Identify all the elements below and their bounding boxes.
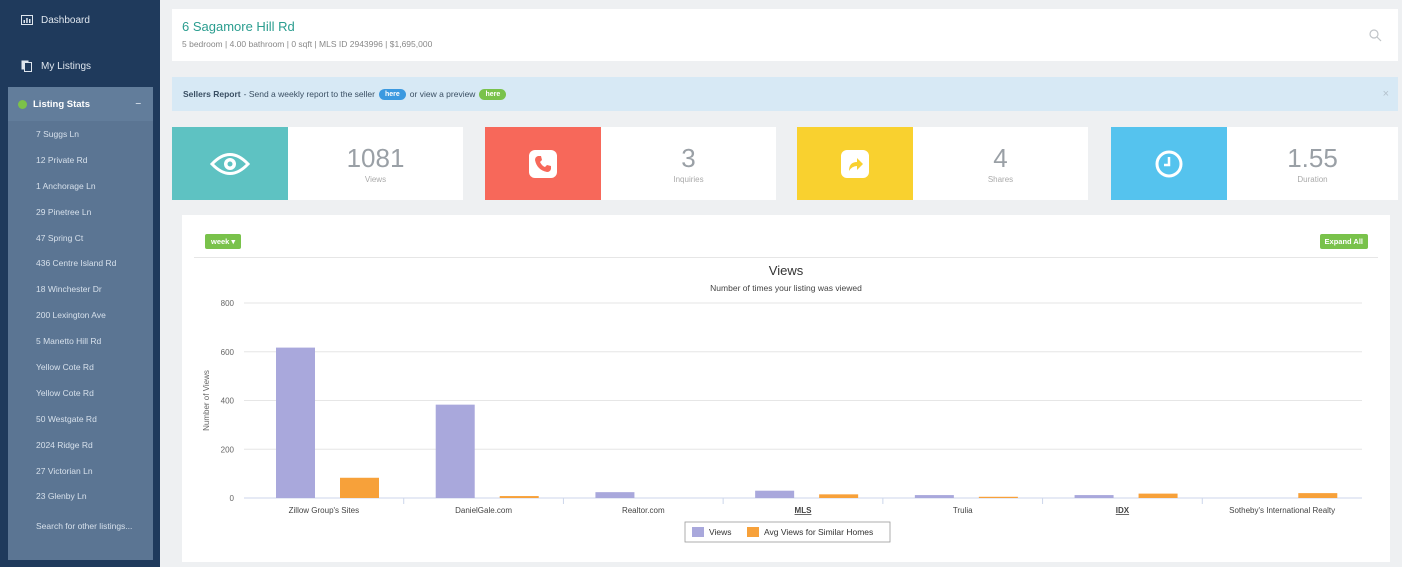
- listing-stats-header[interactable]: Listing Stats –: [8, 87, 153, 121]
- preview-report-link[interactable]: here: [479, 88, 507, 100]
- listing-item[interactable]: 50 Westgate Rd: [8, 406, 153, 432]
- views-value: 1081: [346, 143, 405, 173]
- listing-item[interactable]: 1 Anchorage Ln: [8, 173, 153, 199]
- listing-item[interactable]: 200 Lexington Ave: [8, 302, 153, 328]
- bar-avg-similar: [340, 477, 379, 498]
- stat-card-shares: 4 Shares: [797, 127, 1088, 200]
- banner-title: Sellers Report: [183, 89, 241, 99]
- y-tick-label: 400: [221, 397, 235, 406]
- listing-title[interactable]: 6 Sagamore Hill Rd: [182, 19, 295, 34]
- duration-label: Duration: [1297, 175, 1328, 184]
- legend-label: Avg Views for Similar Homes: [764, 527, 873, 537]
- listing-item[interactable]: 2024 Ridge Rd: [8, 432, 153, 458]
- nav-my-listings[interactable]: My Listings: [0, 46, 160, 86]
- eye-icon: [210, 152, 250, 175]
- listing-details: 5 bedroom | 4.00 bathroom | 0 sqft | MLS…: [182, 39, 433, 49]
- x-tick-label: DanielGale.com: [455, 506, 512, 515]
- y-tick-label: 600: [221, 348, 235, 357]
- chart-subtitle: Number of times your listing was viewed: [710, 283, 862, 293]
- listing-stats-panel: Listing Stats – 7 Suggs Ln 12 Private Rd 1…: [8, 87, 153, 560]
- y-tick-label: 0: [230, 494, 235, 503]
- expand-all-button[interactable]: Expand All: [1319, 234, 1368, 249]
- sidebar: Dashboard My Listings Listing Stats – 7 …: [0, 0, 160, 567]
- duration-icon-box: [1111, 127, 1227, 200]
- bar-avg-similar: [1298, 493, 1338, 498]
- bar-views: [1074, 495, 1114, 498]
- week-dropdown[interactable]: week ▾: [205, 234, 242, 249]
- bar-views: [435, 404, 475, 498]
- x-tick-label: Trulia: [953, 506, 973, 515]
- x-tick-label: Realtor.com: [622, 506, 665, 515]
- chart-divider: [194, 257, 1378, 258]
- bar-views: [755, 490, 795, 498]
- y-tick-label: 800: [221, 299, 235, 308]
- send-report-link[interactable]: here: [378, 88, 406, 100]
- stat-card-views: 1081 Views: [172, 127, 463, 200]
- x-tick-label: MLS: [795, 506, 813, 515]
- inquiries-label: Inquiries: [673, 175, 704, 184]
- shares-label: Shares: [987, 175, 1014, 184]
- views-label: Views: [364, 175, 387, 184]
- listing-item[interactable]: 47 Spring Ct: [8, 225, 153, 251]
- y-tick-label: 200: [221, 445, 235, 454]
- listing-stats-label: Listing Stats: [33, 98, 91, 110]
- x-tick-label: Zillow Group's Sites: [289, 506, 359, 515]
- search-icon[interactable]: [1369, 29, 1382, 47]
- legend-swatch: [692, 527, 704, 537]
- listing-item[interactable]: 7 Suggs Ln: [8, 121, 153, 147]
- y-axis-label: Number of Views: [202, 370, 211, 431]
- chart-title: Views: [769, 263, 804, 278]
- stat-card-duration: 1.55 Duration: [1111, 127, 1398, 200]
- listing-item[interactable]: Yellow Cote Rd: [8, 380, 153, 406]
- listing-item[interactable]: 436 Centre Island Rd: [8, 250, 153, 276]
- listing-list: 7 Suggs Ln 12 Private Rd 1 Anchorage Ln 29 …: [8, 121, 153, 509]
- chart-panel: Views Number of times your listing was vi…: [182, 215, 1390, 562]
- clock-icon: [1155, 150, 1183, 177]
- nav-my-listings-label: My Listings: [41, 60, 92, 72]
- banner-text-2: or view a preview: [409, 89, 476, 99]
- bar-views: [276, 347, 315, 498]
- legend-swatch: [747, 527, 759, 537]
- listing-item[interactable]: 12 Private Rd: [8, 147, 153, 173]
- listing-header: 6 Sagamore Hill Rd 5 bedroom | 4.00 bath…: [172, 9, 1398, 61]
- shares-value: 4: [993, 143, 1008, 173]
- stats-dot-icon: [18, 99, 27, 109]
- nav-dashboard[interactable]: Dashboard: [0, 0, 160, 40]
- stat-card-inquiries: 3 Inquiries: [485, 127, 776, 200]
- bar-views: [595, 492, 635, 498]
- shares-icon-box: [797, 127, 913, 200]
- listing-item[interactable]: 5 Manetto Hill Rd: [8, 328, 153, 354]
- collapse-icon[interactable]: –: [135, 98, 141, 109]
- close-icon[interactable]: ×: [1383, 88, 1389, 100]
- x-tick-label: IDX: [1116, 506, 1130, 515]
- listing-item[interactable]: 29 Pinetree Ln: [8, 199, 153, 225]
- listing-item[interactable]: 27 Victorian Ln: [8, 458, 153, 484]
- views-icon-box: [172, 127, 288, 200]
- duration-value: 1.55: [1287, 143, 1338, 173]
- copy-icon: [20, 60, 33, 72]
- listing-item[interactable]: 18 Winchester Dr: [8, 276, 153, 302]
- nav-dashboard-label: Dashboard: [41, 14, 90, 26]
- views-chart: Views Number of times your listing was vi…: [202, 263, 1362, 543]
- share-icon: [841, 149, 869, 178]
- bar-views: [914, 495, 954, 498]
- bar-avg-similar: [819, 494, 859, 498]
- bar-avg-similar: [1138, 493, 1178, 498]
- listing-item[interactable]: 23 Glenby Ln: [8, 483, 153, 509]
- inquiries-value: 3: [681, 143, 696, 173]
- inquiries-icon-box: [485, 127, 601, 200]
- search-other-listings[interactable]: Search for other listings...: [8, 521, 153, 531]
- sellers-report-banner: Sellers Report - Send a weekly report to…: [172, 77, 1398, 111]
- banner-text: - Send a weekly report to the seller: [243, 89, 375, 99]
- bar-avg-similar: [499, 496, 539, 498]
- phone-icon: [529, 149, 557, 178]
- legend-label: Views: [709, 527, 732, 537]
- listing-item[interactable]: Yellow Cote Rd: [8, 354, 153, 380]
- dashboard-icon: [20, 15, 33, 26]
- x-tick-label: Sotheby's International Realty: [1229, 506, 1335, 515]
- bar-avg-similar: [978, 496, 1018, 498]
